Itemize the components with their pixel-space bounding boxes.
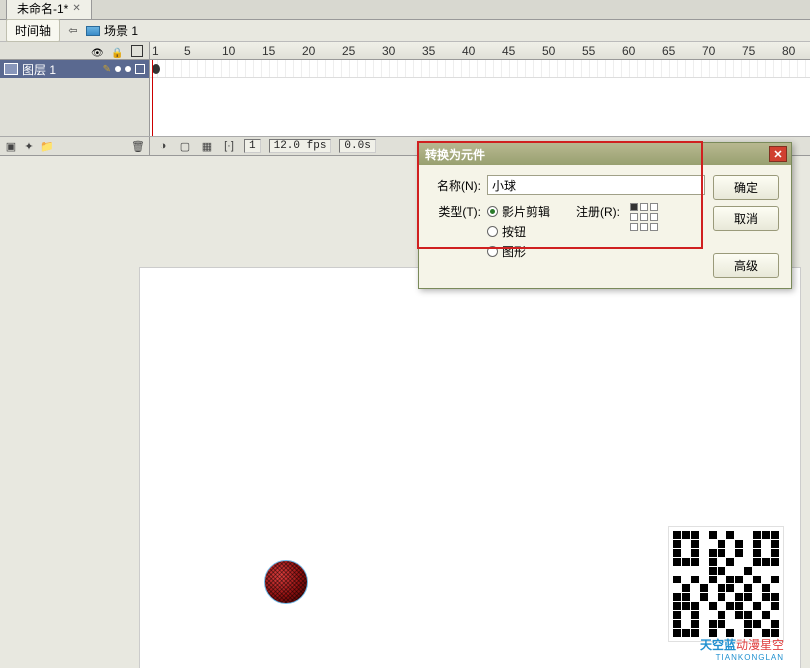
playhead[interactable]: [152, 60, 153, 136]
scene-icon: [86, 26, 100, 36]
name-input[interactable]: [487, 175, 705, 195]
radio-icon: [487, 206, 498, 217]
radio-movieclip[interactable]: 影片剪辑: [487, 203, 550, 220]
onion-outline-icon[interactable]: ▢: [178, 139, 192, 153]
dialog-title-text: 转换为元件: [425, 146, 485, 163]
frames-row[interactable]: [150, 60, 810, 78]
scene-bar: 时间轴 ⇦ 场景 1: [0, 20, 810, 42]
timeline-button[interactable]: 时间轴: [6, 19, 60, 42]
dialog-titlebar[interactable]: 转换为元件 ✕: [419, 143, 791, 165]
scene-label[interactable]: 场景 1: [86, 22, 138, 39]
radio-button[interactable]: 按钮: [487, 223, 550, 240]
add-layer-icon[interactable]: ▣: [4, 139, 18, 153]
layer-name: 图层 1: [22, 61, 99, 78]
center-frame-icon[interactable]: [·]: [222, 139, 236, 153]
frames-grid[interactable]: [150, 60, 810, 136]
layer-list: 图层 1 ✎: [0, 60, 150, 136]
layer-column-header: [0, 42, 150, 59]
visibility-dot[interactable]: [115, 66, 121, 72]
stage[interactable]: 天空蓝动漫星空 TIANKONGLAN: [140, 268, 800, 668]
layer-row[interactable]: 图层 1 ✎: [0, 60, 149, 78]
keyframe[interactable]: [152, 64, 160, 74]
type-label: 类型(T):: [431, 203, 481, 220]
close-icon[interactable]: ✕: [72, 3, 80, 14]
document-title: 未命名-1*: [17, 0, 68, 17]
elapsed-time: 0.0s: [339, 139, 375, 153]
delete-layer-icon[interactable]: 🗑: [131, 139, 145, 153]
timeline-header: 1 5 10 15 20 25 30 35 40 45 50 55 60 65 …: [0, 42, 810, 60]
outline-icon[interactable]: [131, 45, 143, 57]
fps-display: 12.0 fps: [269, 139, 332, 153]
registration-label: 注册(R):: [576, 203, 620, 220]
document-tab[interactable]: 未命名-1* ✕: [6, 0, 92, 19]
cancel-button[interactable]: 取消: [713, 206, 779, 231]
close-button[interactable]: ✕: [769, 146, 787, 162]
outline-square[interactable]: [135, 64, 145, 74]
watermark-brand: 天空蓝动漫星空 TIANKONGLAN: [700, 636, 784, 662]
edit-multi-icon[interactable]: ▦: [200, 139, 214, 153]
layers-area: 图层 1 ✎: [0, 60, 810, 136]
add-guide-icon[interactable]: ✦: [22, 139, 36, 153]
registration-grid[interactable]: [630, 203, 658, 231]
eye-icon[interactable]: [91, 45, 103, 57]
advanced-button[interactable]: 高级: [713, 253, 779, 278]
layer-icon: [4, 63, 18, 75]
name-label: 名称(N):: [431, 177, 481, 194]
ok-button[interactable]: 确定: [713, 175, 779, 200]
radio-graphic[interactable]: 图形: [487, 243, 550, 260]
type-radio-group: 影片剪辑 按钮 图形: [487, 203, 550, 260]
current-frame: 1: [244, 139, 261, 153]
frame-ruler[interactable]: 1 5 10 15 20 25 30 35 40 45 50 55 60 65 …: [150, 42, 810, 59]
radio-icon: [487, 246, 498, 257]
ball-shape[interactable]: [264, 560, 308, 604]
lock-icon[interactable]: [111, 45, 123, 57]
convert-to-symbol-dialog: 转换为元件 ✕ 名称(N): 类型(T): 影片剪辑 按钮 图形 注册(R):: [418, 142, 792, 289]
pencil-icon: ✎: [103, 64, 111, 75]
radio-icon: [487, 226, 498, 237]
onion-icon[interactable]: ◑: [156, 139, 170, 153]
lock-dot[interactable]: [125, 66, 131, 72]
qr-code: [668, 526, 784, 642]
document-tab-bar: 未命名-1* ✕: [0, 0, 810, 20]
add-folder-icon[interactable]: 📁: [40, 139, 54, 153]
back-icon[interactable]: ⇦: [66, 24, 80, 38]
